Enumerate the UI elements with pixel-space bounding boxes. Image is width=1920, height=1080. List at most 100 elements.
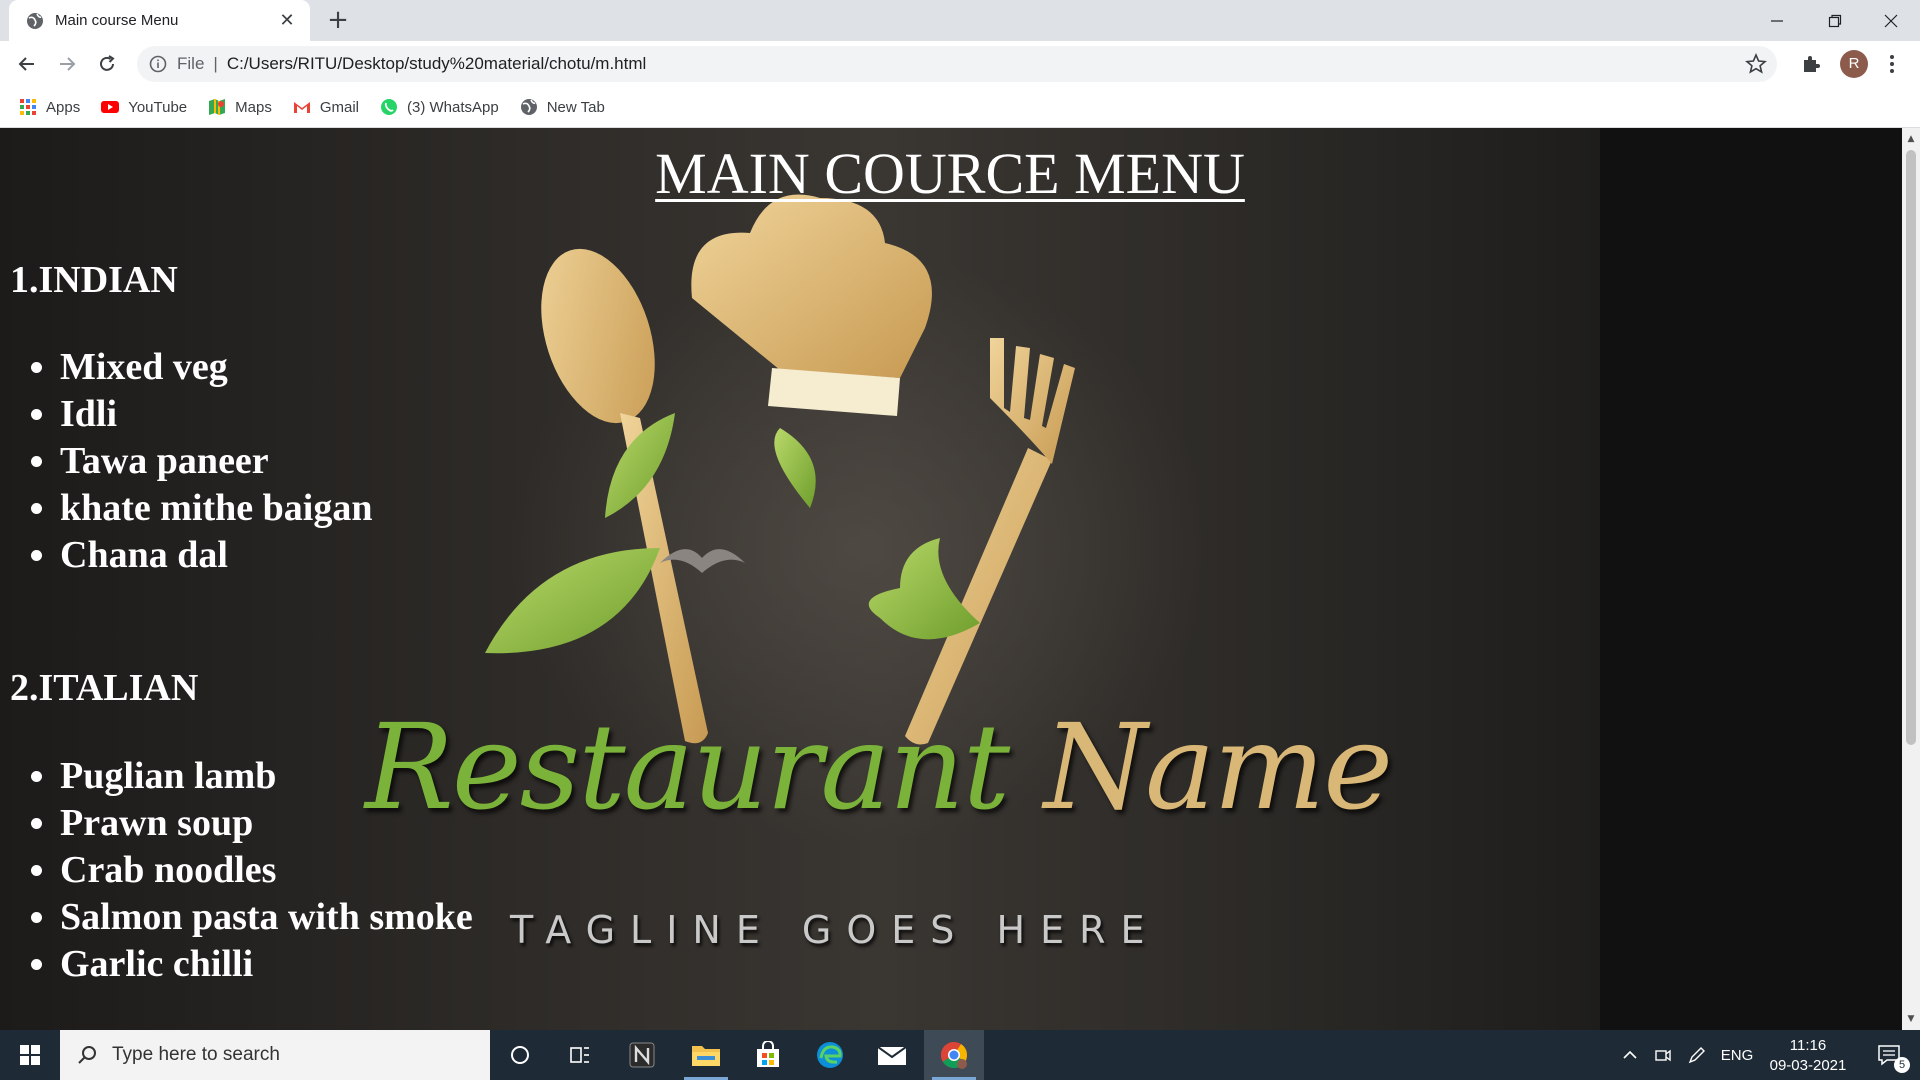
- chrome-icon: [940, 1041, 968, 1069]
- folder-icon: [692, 1046, 720, 1066]
- youtube-icon: [101, 101, 120, 113]
- minimize-button[interactable]: [1748, 0, 1806, 41]
- taskbar-app-notepad[interactable]: [612, 1030, 672, 1080]
- forward-button[interactable]: [50, 47, 84, 81]
- bookmark-label: YouTube: [128, 98, 188, 116]
- gmail-icon: [293, 102, 310, 113]
- arrow-right-icon: [60, 57, 76, 71]
- url-scheme: File: [177, 54, 205, 73]
- bookmark-label: Gmail: [319, 98, 360, 116]
- scroll-down-arrow-icon[interactable]: ▼: [1906, 1014, 1916, 1024]
- bookmark-label: New Tab: [546, 98, 605, 116]
- page-scrollbar[interactable]: ▲ ▼: [1902, 128, 1920, 1030]
- taskbar-app-mail[interactable]: [862, 1030, 922, 1080]
- bookmark-label: (3) WhatsApp: [407, 98, 499, 116]
- notification-count-badge: 5: [1894, 1057, 1910, 1073]
- clock-time: 11:16: [1789, 1037, 1827, 1054]
- bookmark-youtube[interactable]: YouTube: [100, 97, 187, 117]
- scrollbar-thumb[interactable]: [1906, 150, 1916, 745]
- whatsapp-icon: [381, 99, 398, 115]
- profile-avatar[interactable]: R: [1840, 50, 1868, 78]
- brand-name-part2: Name: [1043, 698, 1393, 836]
- reload-button[interactable]: [90, 47, 124, 81]
- browser-toolbar: File | C:/Users/RITU/Desktop/study%20mat…: [0, 41, 1920, 87]
- cortana-circle-icon: [511, 1046, 529, 1064]
- globe-icon: [520, 99, 537, 115]
- brand-tagline: TAGLINE GOES HERE: [510, 908, 1160, 952]
- task-view-icon: [570, 1047, 589, 1063]
- list-item: khate mithe baigan: [60, 485, 372, 532]
- reload-icon: [100, 55, 115, 71]
- close-window-button[interactable]: [1862, 0, 1920, 41]
- edge-browser-icon: [817, 1042, 843, 1068]
- list-item: Prawn soup: [60, 800, 473, 847]
- bookmark-maps[interactable]: Maps: [207, 97, 272, 117]
- tab-close-icon[interactable]: ✕: [276, 10, 298, 31]
- start-button[interactable]: [0, 1030, 60, 1080]
- taskbar-search-box[interactable]: Type here to search: [60, 1030, 490, 1080]
- scroll-up-arrow-icon[interactable]: ▲: [1906, 134, 1916, 144]
- taskbar-app-file-explorer[interactable]: [676, 1030, 736, 1080]
- page-title: MAIN COURCE MENU: [655, 141, 1245, 206]
- list-item: Crab noodles: [60, 847, 473, 894]
- cortana-button[interactable]: [490, 1030, 550, 1080]
- language-indicator[interactable]: ENG: [1718, 1030, 1756, 1080]
- meet-now-button[interactable]: [1650, 1030, 1676, 1080]
- background-dark-area: [1600, 128, 1902, 1030]
- bookmark-whatsapp[interactable]: (3) WhatsApp: [379, 97, 499, 117]
- clock-date: 09-03-2021: [1769, 1057, 1847, 1074]
- list-item: Salmon pasta with smoke: [60, 894, 473, 941]
- bookmarks-bar: Apps YouTube Maps Gmail (3) WhatsApp New…: [0, 87, 1920, 128]
- tab-main-course-menu[interactable]: Main course Menu ✕: [9, 0, 310, 41]
- task-view-button[interactable]: [550, 1030, 610, 1080]
- taskbar-app-chrome[interactable]: [924, 1030, 984, 1080]
- leaf-graphic: [868, 538, 980, 640]
- address-bar[interactable]: File | C:/Users/RITU/Desktop/study%20mat…: [137, 46, 1777, 82]
- bookmark-label: Apps: [46, 98, 81, 116]
- brand-name: Restaurant Name: [365, 698, 1393, 836]
- extensions-puzzle-icon[interactable]: [1800, 53, 1822, 75]
- tab-title: Main course Menu: [55, 12, 179, 29]
- menu-list-italian: Puglian lamb Prawn soup Crab noodles Sal…: [60, 753, 473, 988]
- restore-button[interactable]: [1806, 0, 1864, 41]
- info-icon[interactable]: [149, 55, 167, 73]
- bookmark-new-tab[interactable]: New Tab: [519, 97, 605, 117]
- mail-envelope-icon: [877, 1046, 907, 1065]
- back-button[interactable]: [10, 47, 44, 81]
- taskbar-app-edge[interactable]: [800, 1030, 860, 1080]
- list-item: Puglian lamb: [60, 753, 473, 800]
- bookmark-gmail[interactable]: Gmail: [292, 97, 359, 117]
- url-text[interactable]: C:/Users/RITU/Desktop/study%20material/c…: [227, 54, 646, 74]
- leaf-graphic: [485, 548, 660, 654]
- windows-logo-icon: [20, 1045, 40, 1065]
- new-tab-button[interactable]: +: [322, 4, 354, 36]
- bookmark-star-icon[interactable]: [1745, 53, 1767, 75]
- pen-icon: [1688, 1047, 1705, 1064]
- apps-grid-icon: [20, 99, 36, 115]
- section-heading-italian: 2.ITALIAN: [10, 667, 199, 709]
- bookmark-label: Maps: [235, 98, 272, 116]
- list-item: Tawa paneer: [60, 438, 372, 485]
- arrow-left-icon: [18, 57, 34, 71]
- list-item: Idli: [60, 391, 372, 438]
- chef-hat-graphic: [691, 194, 932, 416]
- show-hidden-icons-button[interactable]: [1618, 1030, 1642, 1080]
- store-bag-icon: [757, 1041, 779, 1067]
- url-separator: |: [213, 54, 218, 73]
- close-icon: [1884, 14, 1898, 27]
- list-item: Mixed veg: [60, 344, 372, 391]
- pen-workspace-button[interactable]: [1684, 1030, 1710, 1080]
- action-center-button[interactable]: 5: [1866, 1030, 1912, 1080]
- tab-strip: Main course Menu ✕ +: [0, 0, 1920, 41]
- globe-icon: [27, 12, 43, 29]
- restaurant-logo-image: [485, 194, 1075, 745]
- n-app-icon: [629, 1042, 655, 1068]
- list-item: Garlic chilli: [60, 941, 473, 988]
- mustache-graphic: [660, 549, 745, 573]
- more-menu-icon[interactable]: [1882, 52, 1902, 76]
- bookmark-apps[interactable]: Apps: [18, 97, 80, 117]
- system-clock[interactable]: 11:16 09-03-2021: [1758, 1036, 1858, 1076]
- taskbar-app-store[interactable]: [738, 1030, 798, 1080]
- maps-icon: [209, 99, 226, 115]
- section-heading-indian: 1.INDIAN: [10, 259, 178, 301]
